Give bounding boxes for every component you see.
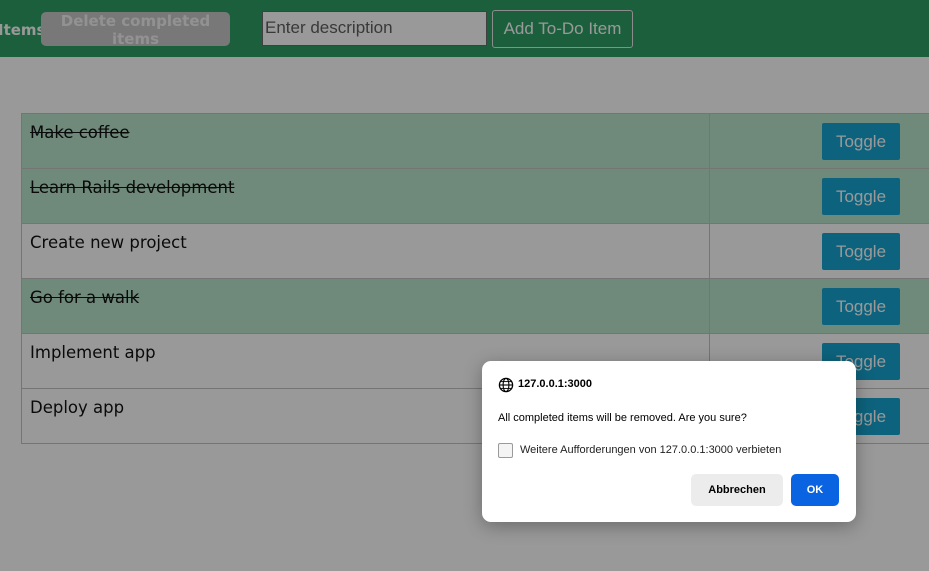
confirm-dialog: 127.0.0.1:3000 All completed items will …	[482, 361, 856, 522]
dialog-origin: 127.0.0.1:3000	[518, 378, 593, 390]
dialog-message: All completed items will be removed. Are…	[498, 412, 747, 424]
globe-icon	[498, 377, 514, 393]
ok-button[interactable]: OK	[791, 474, 839, 506]
cancel-button[interactable]: Abbrechen	[691, 474, 783, 506]
suppress-prompts-label[interactable]: Weitere Aufforderungen von 127.0.0.1:300…	[520, 444, 781, 456]
suppress-prompts-checkbox[interactable]	[498, 443, 513, 458]
